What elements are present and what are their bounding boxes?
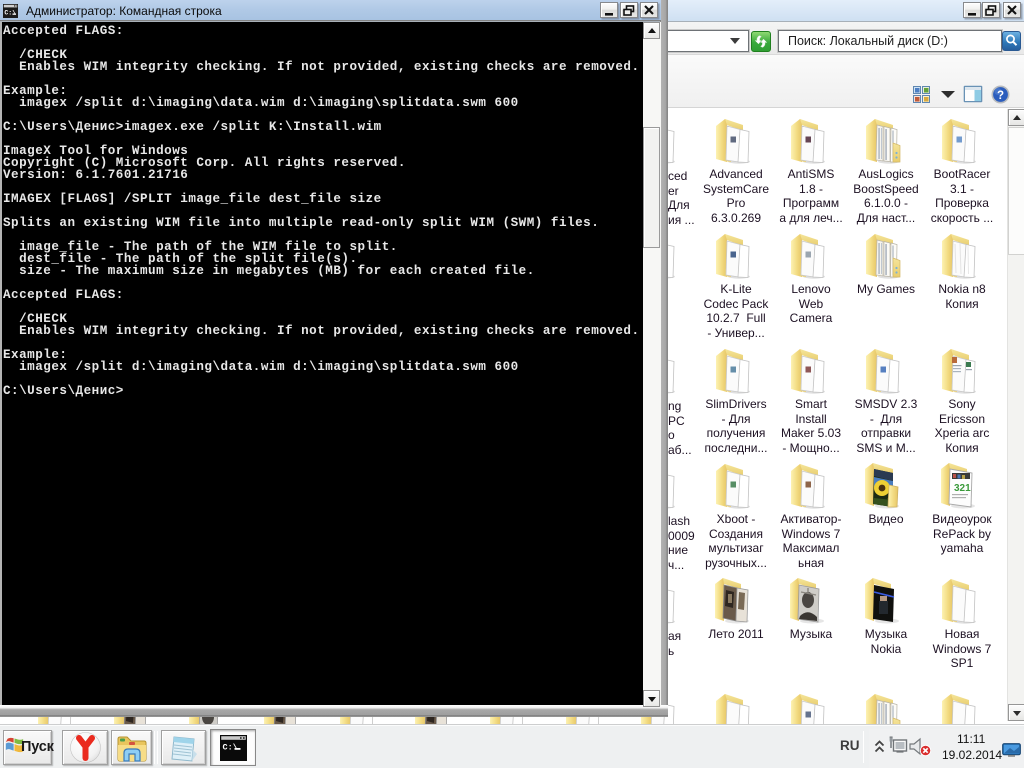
svg-text:?: ? <box>997 90 1004 102</box>
svg-text:321: 321 <box>954 483 971 494</box>
svg-text:C:\: C:\ <box>223 743 238 753</box>
svg-text:C:\: C:\ <box>4 10 16 17</box>
